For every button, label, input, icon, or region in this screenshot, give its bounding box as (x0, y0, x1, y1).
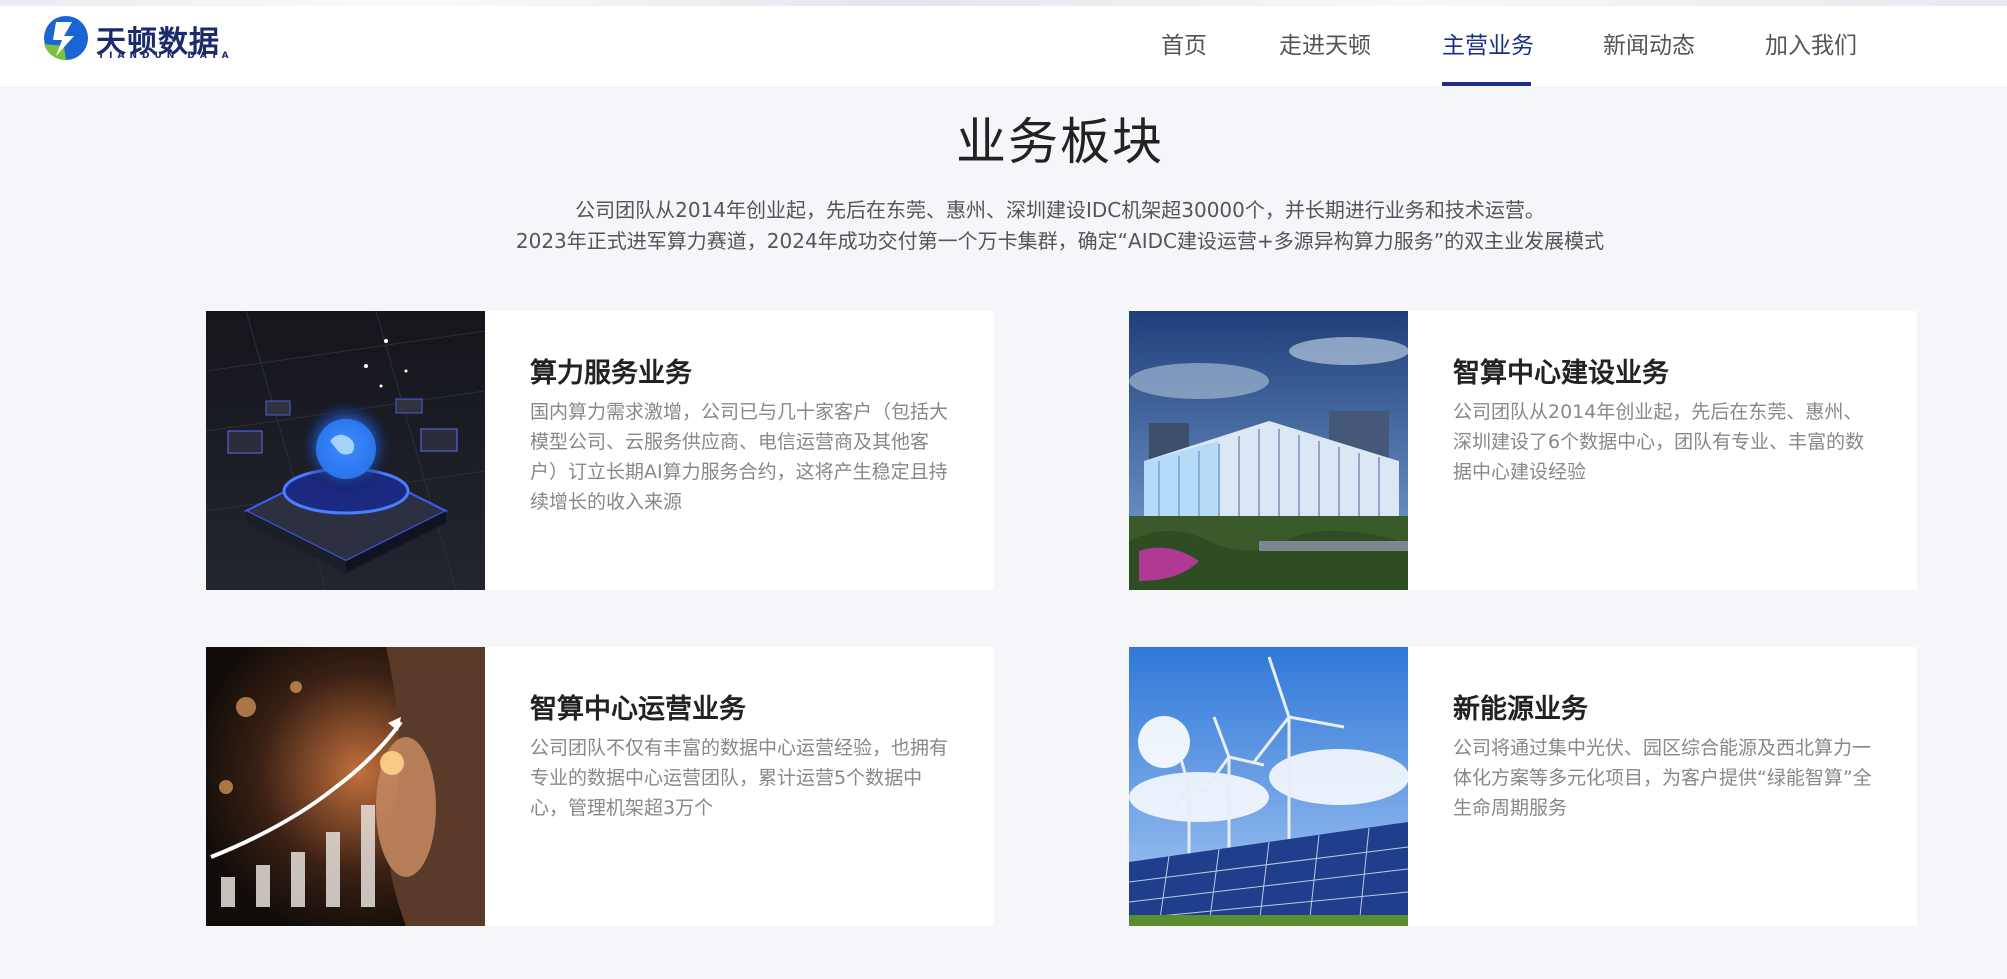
card-title: 新能源业务 (1453, 694, 1588, 725)
business-card-new-energy[interactable]: 新能源业务 公司将通过集中光伏、园区综合能源及西北算力一体化方案等多元化项目，为… (1129, 647, 1917, 926)
site-logo[interactable]: 天顿数据 TIANDUN DATA (42, 14, 232, 64)
nav-item-news[interactable]: 新闻动态 (1603, 26, 1695, 60)
card-description: 公司将通过集中光伏、园区综合能源及西北算力一体化方案等多元化项目，为客户提供“绿… (1453, 737, 1872, 819)
business-card-computing-service[interactable]: 算力服务业务 国内算力需求激增，公司已与几十家客户（包括大模型公司、云服务供应商… (206, 311, 994, 590)
card-title: 算力服务业务 (530, 358, 692, 389)
card-description: 公司团队从2014年创业起，先后在东莞、惠州、深圳建设了6个数据中心，团队有专业… (1453, 401, 1865, 483)
globe-server-image (206, 311, 485, 590)
section-title: 业务板块 (956, 113, 1164, 171)
card-title: 智算中心建设业务 (1453, 358, 1669, 389)
nav-item-join[interactable]: 加入我们 (1765, 26, 1857, 60)
header-top-shade (0, 0, 2007, 6)
logo-bolt-icon (44, 16, 88, 61)
nav-item-about[interactable]: 走进天顿 (1279, 26, 1371, 60)
card-description: 国内算力需求激增，公司已与几十家客户（包括大模型公司、云服务供应商、电信运营商及… (530, 401, 949, 513)
nav-item-business[interactable]: 主营业务 (1442, 26, 1534, 60)
wind-solar-image (1129, 647, 1408, 926)
business-card-datacenter-construction[interactable]: 智算中心建设业务 公司团队从2014年创业起，先后在东莞、惠州、深圳建设了6个数… (1129, 311, 1917, 590)
datacenter-building-image (1129, 311, 1408, 590)
nav-item-home[interactable]: 首页 (1161, 26, 1207, 60)
growth-chart-image (206, 647, 485, 926)
business-card-datacenter-operation[interactable]: 智算中心运营业务 公司团队不仅有丰富的数据中心运营经验，也拥有专业的数据中心运营… (206, 647, 994, 926)
nav-active-underline (1442, 82, 1531, 86)
site-header: 天顿数据 TIANDUN DATA 首页 走进天顿 主营业务 新闻动态 加入我们 (0, 0, 2007, 86)
section-intro-line-2: 2023年正式进军算力赛道，2024年成功交付第一个万卡集群，确定“AIDC建设… (515, 229, 1605, 253)
section-intro-line-1: 公司团队从2014年创业起，先后在东莞、惠州、深圳建设IDC机架超30000个，… (575, 198, 1545, 222)
card-description: 公司团队不仅有丰富的数据中心运营经验，也拥有专业的数据中心运营团队，累计运营5个… (530, 737, 949, 819)
logo-name-en: TIANDUN DATA (98, 51, 234, 61)
card-title: 智算中心运营业务 (530, 694, 746, 725)
